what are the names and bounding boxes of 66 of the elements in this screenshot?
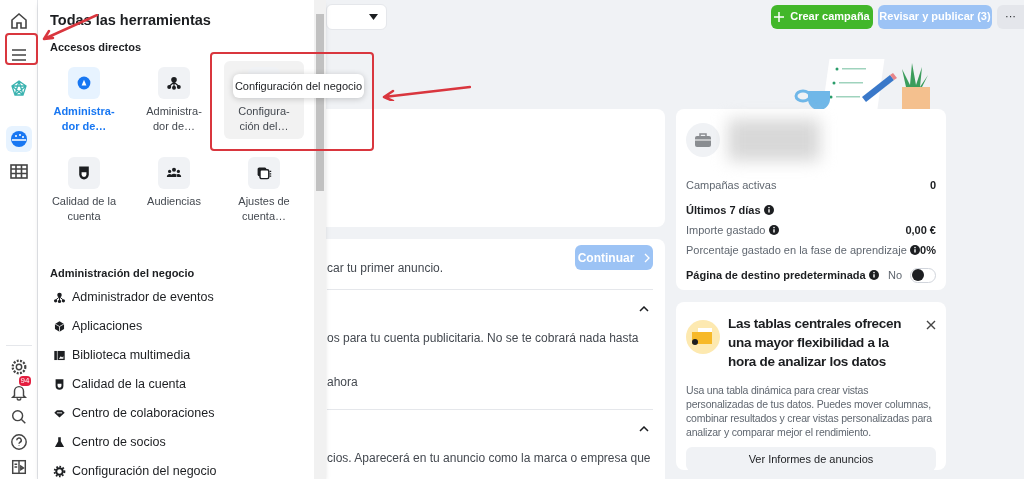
image-icon — [52, 349, 66, 362]
shortcut-tile[interactable]: Calidad de la cuenta — [44, 151, 124, 229]
gauge-icon — [8, 129, 29, 149]
table-illustration-icon — [686, 320, 720, 354]
chevron-right-icon — [644, 252, 651, 263]
info-icon[interactable] — [868, 270, 879, 280]
notification-badge: 94 — [18, 376, 32, 386]
stat-label: Página de destino predeterminada — [686, 267, 866, 283]
settings-icon — [9, 357, 28, 376]
section-heading: Administración del negocio — [50, 266, 196, 281]
report-button[interactable]: Ver Informes de anuncios — [686, 447, 936, 471]
menu-item[interactable]: Aplicaciones — [50, 312, 314, 341]
annotation-box — [5, 33, 38, 65]
stat-label: Porcentaje gastado en la fase de aprendizaje — [686, 242, 907, 258]
shortcut-tile[interactable]: Audiencias — [134, 151, 214, 229]
stat-label: Importe gastado — [686, 222, 766, 238]
toggle-switch[interactable] — [910, 267, 936, 283]
briefcase-icon — [695, 133, 711, 147]
close-icon[interactable] — [926, 320, 936, 330]
shortcut-tile[interactable]: Administra- dor de… — [134, 61, 214, 139]
menu-item[interactable]: Biblioteca multimedia — [50, 341, 314, 370]
menu-item[interactable]: Calidad de la cuenta — [50, 370, 314, 399]
card-text: ahora — [327, 375, 359, 390]
ads-manager-icon — [76, 75, 92, 91]
menu-item[interactable]: Centro de colaboraciones — [50, 399, 314, 428]
menu-item[interactable]: Configuración del negocio — [50, 457, 314, 479]
tip-body: Usa una tabla dinámica para crear vistas personalizadas de tus datos. Puedes mover columnas, combinar resultados y crear vistas personalizadas para analizar y comparar mejor el rendimiento. — [686, 383, 933, 439]
info-icon[interactable] — [763, 205, 774, 215]
stat-label: Campañas activas — [686, 177, 777, 193]
chevron-up-icon[interactable] — [639, 306, 649, 312]
stat-value: 0,00 € — [905, 222, 936, 238]
home-icon — [8, 11, 29, 31]
card-text: cios. Aparecerá en tu anuncio como la marca o empresa que — [327, 451, 652, 466]
info-icon[interactable] — [909, 245, 920, 255]
card-text: os para tu cuenta publicitaria. No se te cobrará nada hasta — [327, 331, 640, 346]
shortcut-tile[interactable]: Ajustes de cuenta… — [224, 151, 304, 229]
rail-button[interactable]: 94 — [5, 379, 32, 404]
section-heading: Accesos directos — [50, 40, 143, 55]
tooltip: Configuración del negocio — [233, 74, 364, 98]
stat-value: 0% — [920, 242, 936, 258]
flask-icon — [52, 436, 66, 449]
rail-button[interactable] — [5, 126, 32, 152]
shortcut-tile[interactable]: Administra- dor de… — [44, 61, 124, 139]
shield-icon — [76, 165, 92, 181]
help-icon — [9, 432, 28, 451]
tip-title: Las tablas centrales ofrecen una mayor flexibilidad a la hora de analizar los datos — [728, 315, 903, 371]
caret-icon — [369, 13, 378, 20]
toolbar-button[interactable]: ··· — [997, 4, 1024, 29]
table-icon — [8, 161, 29, 181]
gear-icon — [52, 465, 66, 478]
menu-item[interactable]: Administrador de eventos — [50, 283, 314, 312]
events-icon — [166, 75, 182, 91]
plus-icon — [774, 11, 785, 22]
card-text: car tu primer anuncio. — [327, 260, 444, 277]
chevron-up-icon[interactable] — [639, 426, 649, 432]
search-icon — [9, 407, 28, 426]
cube-icon — [52, 320, 66, 333]
toggle-label: No — [887, 267, 902, 283]
stat-label: Últimos 7 días — [686, 202, 761, 218]
network-icon — [8, 79, 29, 99]
panel-icon — [9, 457, 28, 476]
menu-item[interactable]: Centro de socios — [50, 428, 314, 457]
events-icon — [52, 291, 66, 304]
stat-value: 0 — [929, 177, 936, 193]
cards-icon — [256, 165, 272, 181]
info-icon[interactable] — [768, 225, 779, 235]
